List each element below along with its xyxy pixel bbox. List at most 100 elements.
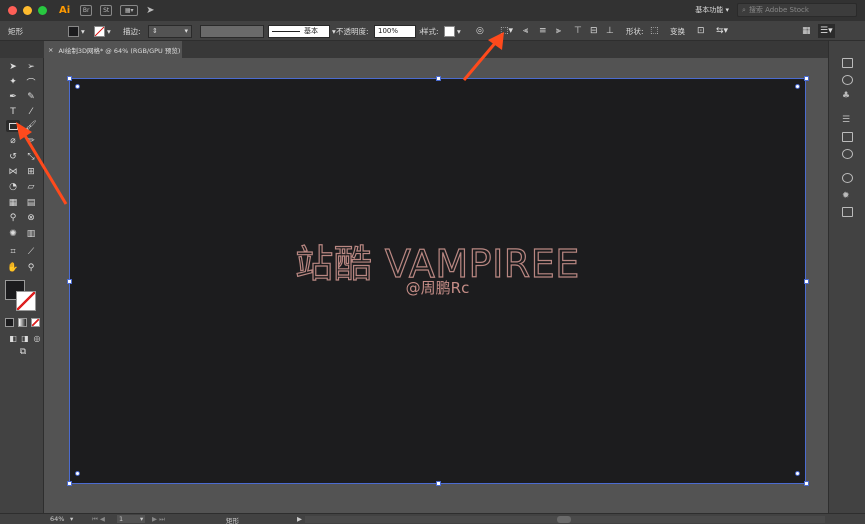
- gradient-mode-icon[interactable]: [18, 318, 27, 327]
- symbols-panel-icon[interactable]: [842, 75, 853, 85]
- panel-menu-icon[interactable]: ☰▾: [818, 24, 835, 38]
- fill-swatch[interactable]: ▾: [68, 24, 85, 38]
- h-scrollbar-thumb[interactable]: [557, 516, 571, 523]
- blend-tool-icon[interactable]: ⊗: [24, 212, 38, 224]
- appearance-panel-icon[interactable]: [842, 149, 853, 159]
- color-guide-panel-icon[interactable]: [842, 173, 853, 183]
- close-window-button[interactable]: [8, 6, 17, 15]
- arrange-icon[interactable]: ⇆▾: [716, 24, 728, 38]
- artboard-tool-icon[interactable]: ⌗: [6, 246, 20, 258]
- close-icon[interactable]: ×: [48, 46, 53, 54]
- stock-search-input[interactable]: ⌕ 搜索 Adobe Stock: [737, 3, 857, 17]
- annotation-arrow-controlbar: [462, 32, 504, 81]
- panel-dock: ♣ ☰ ✹: [828, 41, 865, 513]
- canvas-area[interactable]: 站酷 VAMPIREE @周鹏Rc: [44, 58, 828, 512]
- document-tab-title: AI绘制3D网格* @ 64% (RGB/GPU 预览): [58, 46, 181, 55]
- title-bar-right: 基本功能 ▾ ⌕ 搜索 Adobe Stock: [695, 3, 857, 17]
- stroke-label: 描边:: [123, 26, 141, 36]
- line-tool-icon[interactable]: ⁄: [24, 106, 38, 118]
- direct-selection-tool-icon[interactable]: ➢: [24, 61, 38, 73]
- status-menu-icon[interactable]: ▶: [297, 515, 302, 523]
- document-tab[interactable]: × AI绘制3D网格* @ 64% (RGB/GPU 预览): [44, 41, 182, 58]
- slice-tool-icon[interactable]: ⟋: [24, 246, 38, 258]
- send-icon[interactable]: ➤: [146, 5, 154, 16]
- opacity-field[interactable]: 100% ›: [374, 24, 422, 38]
- last-artboard-icon[interactable]: ▶ ⏭: [152, 515, 165, 524]
- symbol-sprayer-tool-icon[interactable]: ✺: [6, 228, 20, 240]
- first-artboard-icon[interactable]: ⏮ ◀: [92, 515, 105, 524]
- style-label: 样式:: [421, 26, 439, 36]
- transform-button[interactable]: 变换: [670, 24, 685, 38]
- selection-handle[interactable]: [67, 76, 72, 81]
- align-bottom-icon[interactable]: ⊥: [606, 24, 614, 38]
- hand-tool-icon[interactable]: ✋: [6, 262, 20, 274]
- shape-properties-icon[interactable]: ⬚: [650, 24, 659, 38]
- corner-radius-widget[interactable]: [75, 84, 80, 89]
- align-top-icon[interactable]: ⊤: [574, 24, 582, 38]
- stroke-color-swatch[interactable]: [16, 291, 36, 311]
- libraries-panel-icon[interactable]: [842, 58, 853, 68]
- zoom-window-button[interactable]: [38, 6, 47, 15]
- zoom-level[interactable]: 64%: [50, 515, 64, 523]
- none-mode-icon[interactable]: [31, 318, 40, 327]
- isolate-icon[interactable]: ⊡: [697, 24, 705, 38]
- corner-radius-widget[interactable]: [795, 471, 800, 476]
- screen-mode-icon[interactable]: ⧉: [16, 346, 30, 358]
- horizontal-scrollbar[interactable]: [305, 516, 825, 523]
- color-mode-icon[interactable]: [5, 318, 14, 327]
- document-tab-bar: × AI绘制3D网格* @ 64% (RGB/GPU 预览): [0, 41, 865, 58]
- arrange-documents-icon[interactable]: ▦▾: [120, 5, 139, 16]
- align-right-icon[interactable]: ⫸: [556, 24, 561, 38]
- app-logo: Ai: [59, 5, 71, 16]
- layers-panel-icon[interactable]: [842, 207, 853, 217]
- title-bar: Ai Br St ▦▾ ➤ 基本功能 ▾ ⌕ 搜索 Adobe Stock: [0, 0, 865, 21]
- sun-icon[interactable]: ✹: [842, 191, 853, 201]
- selection-handle[interactable]: [804, 76, 809, 81]
- illustrator-window: Ai Br St ▦▾ ➤ 基本功能 ▾ ⌕ 搜索 Adobe Stock 矩形…: [0, 0, 865, 524]
- search-placeholder: 搜索 Adobe Stock: [748, 6, 809, 14]
- window-controls: [8, 6, 47, 15]
- align-middle-icon[interactable]: ⊟: [590, 24, 598, 38]
- artboard-dropdown-icon[interactable]: ▾: [140, 515, 143, 523]
- minimize-window-button[interactable]: [23, 6, 32, 15]
- pen-tool-icon[interactable]: ✒: [6, 91, 20, 103]
- brush-label: 基本: [304, 27, 318, 35]
- search-icon: ⌕: [742, 5, 746, 14]
- selection-handle[interactable]: [67, 481, 72, 486]
- workspace-switcher[interactable]: 基本功能 ▾: [695, 5, 729, 15]
- club-icon[interactable]: ♣: [842, 91, 853, 101]
- artboard[interactable]: 站酷 VAMPIREE @周鹏Rc: [67, 76, 809, 486]
- variable-width-field[interactable]: [200, 24, 264, 38]
- brush-definition-field[interactable]: 基本 ▾: [268, 24, 336, 38]
- stroke-weight-field[interactable]: ⇕ ▾: [148, 24, 192, 38]
- align-left-icon[interactable]: ⫷: [523, 24, 528, 38]
- opacity-value: 100%: [374, 24, 416, 38]
- lasso-tool-icon[interactable]: ⌒: [24, 76, 38, 89]
- status-bar: 64% ▾ ⏮ ◀ 1 ▾ ▶ ⏭ 矩形 ▶: [0, 513, 865, 524]
- magic-wand-tool-icon[interactable]: ✦: [6, 76, 20, 88]
- corner-radius-widget[interactable]: [75, 471, 80, 476]
- selection-handle[interactable]: [804, 279, 809, 284]
- type-tool-icon[interactable]: T: [6, 106, 20, 118]
- eyedropper-tool-icon[interactable]: ⚲: [6, 212, 20, 224]
- properties-panel-icon[interactable]: ☰: [842, 115, 853, 125]
- stock-button[interactable]: St: [100, 5, 113, 16]
- column-graph-tool-icon[interactable]: ▥: [24, 228, 38, 240]
- zoom-tool-icon[interactable]: ⚲: [24, 262, 38, 274]
- draw-inside-icon[interactable]: ◎: [30, 332, 44, 344]
- bridge-button[interactable]: Br: [80, 5, 93, 16]
- zoom-dropdown-icon[interactable]: ▾: [70, 515, 73, 523]
- swatches-panel-icon[interactable]: [842, 132, 853, 142]
- corner-radius-widget[interactable]: [795, 84, 800, 89]
- panel-arrange-icon[interactable]: ▦: [802, 24, 811, 38]
- stroke-swatch[interactable]: ▾: [94, 24, 111, 38]
- selection-handle[interactable]: [436, 481, 441, 486]
- selection-handle[interactable]: [436, 76, 441, 81]
- selection-tool-icon[interactable]: ➤: [6, 61, 20, 73]
- control-bar: 矩形 ▾ ▾ 描边: ⇕ ▾ 基本 ▾ 不透明度: 100% › 样式: ▾ ◎ ⬚▾…: [0, 21, 865, 41]
- curvature-tool-icon[interactable]: ✎: [24, 91, 38, 103]
- shape-label: 形状:: [626, 26, 644, 36]
- selection-handle[interactable]: [67, 279, 72, 284]
- align-center-icon[interactable]: ≡: [539, 24, 547, 38]
- selection-handle[interactable]: [804, 481, 809, 486]
